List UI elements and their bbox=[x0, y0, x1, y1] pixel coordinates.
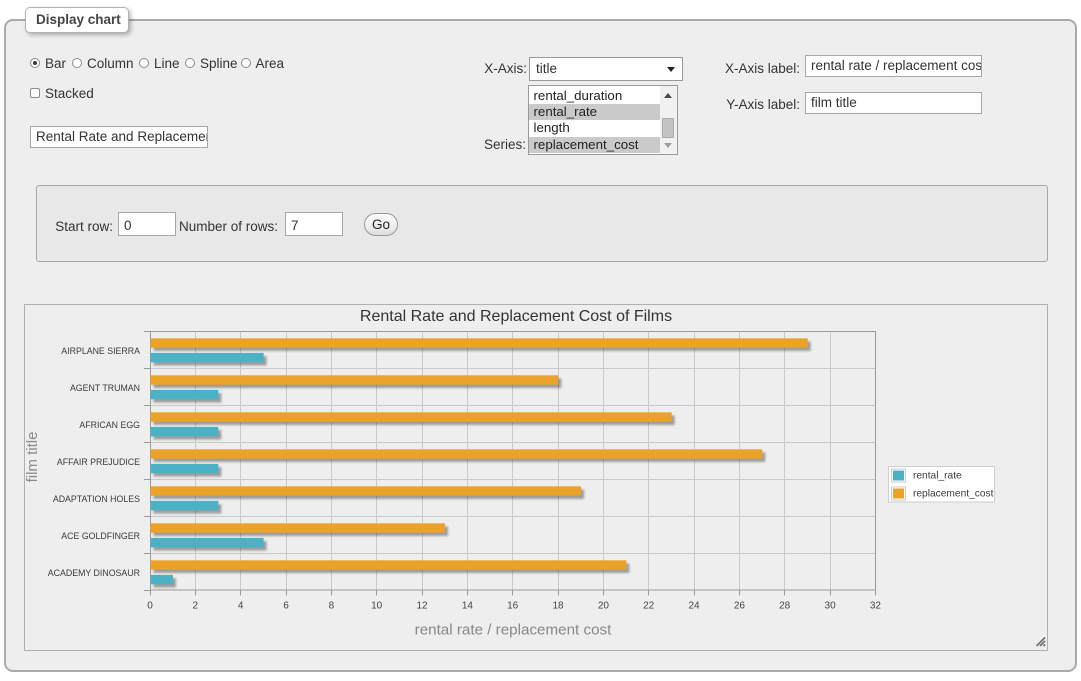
svg-text:0: 0 bbox=[147, 601, 153, 612]
svg-text:18: 18 bbox=[552, 601, 564, 612]
svg-text:22: 22 bbox=[643, 601, 655, 612]
svg-text:20: 20 bbox=[598, 601, 610, 612]
svg-text:32: 32 bbox=[870, 601, 882, 612]
svg-text:16: 16 bbox=[507, 601, 519, 612]
svg-text:replacement_cost: replacement_cost bbox=[913, 489, 994, 500]
svg-text:film title: film title bbox=[24, 432, 41, 483]
svg-text:AFRICAN EGG: AFRICAN EGG bbox=[79, 420, 140, 430]
svg-text:AIRPLANE SIERRA: AIRPLANE SIERRA bbox=[61, 346, 140, 356]
svg-text:AGENT TRUMAN: AGENT TRUMAN bbox=[70, 383, 140, 393]
svg-text:ACE GOLDFINGER: ACE GOLDFINGER bbox=[61, 531, 140, 541]
svg-text:rental rate / replacement cost: rental rate / replacement cost bbox=[415, 622, 612, 639]
svg-text:30: 30 bbox=[825, 601, 837, 612]
svg-text:6: 6 bbox=[283, 601, 289, 612]
svg-text:ADAPTATION HOLES: ADAPTATION HOLES bbox=[53, 494, 140, 504]
svg-text:26: 26 bbox=[734, 601, 746, 612]
svg-text:Rental Rate and Replacement Co: Rental Rate and Replacement Cost of Film… bbox=[360, 308, 672, 325]
svg-text:14: 14 bbox=[462, 601, 474, 612]
svg-text:12: 12 bbox=[416, 601, 428, 612]
svg-text:24: 24 bbox=[688, 601, 700, 612]
svg-text:4: 4 bbox=[238, 601, 244, 612]
svg-text:8: 8 bbox=[329, 601, 335, 612]
svg-text:ACADEMY DINOSAUR: ACADEMY DINOSAUR bbox=[48, 568, 140, 578]
svg-text:rental_rate: rental_rate bbox=[913, 471, 962, 482]
svg-text:2: 2 bbox=[193, 601, 199, 612]
svg-text:AFFAIR PREJUDICE: AFFAIR PREJUDICE bbox=[57, 457, 140, 467]
svg-text:28: 28 bbox=[779, 601, 791, 612]
svg-text:10: 10 bbox=[371, 601, 383, 612]
